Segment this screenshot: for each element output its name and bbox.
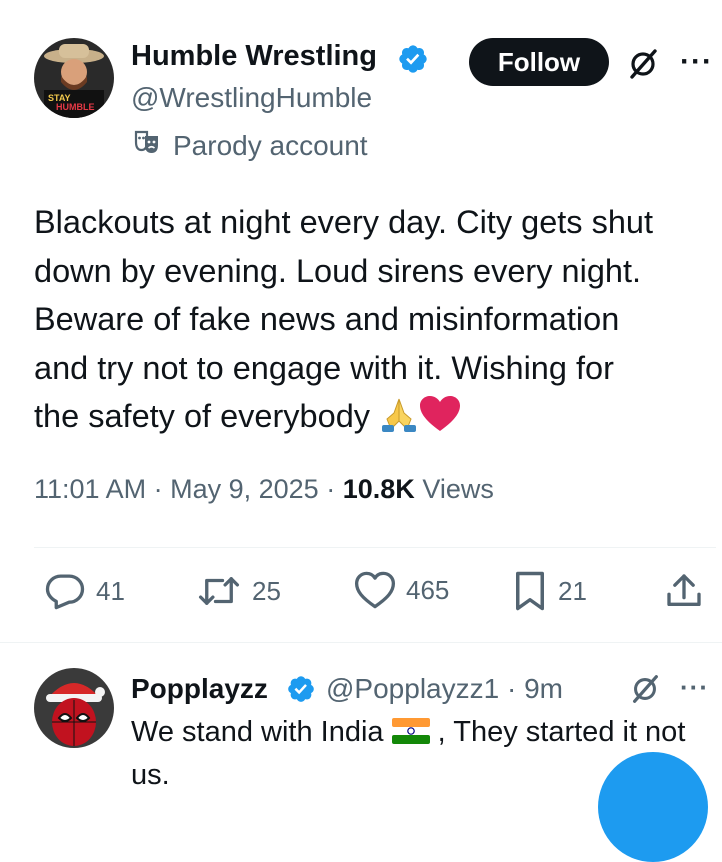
share-button[interactable] [664, 570, 704, 612]
reply-text-part: We stand with India [131, 716, 392, 748]
reply-author-name[interactable]: Popplayzz [131, 673, 268, 705]
repost-icon [196, 570, 242, 612]
parody-label-text: Parody account [173, 129, 368, 161]
theater-masks-icon [133, 128, 161, 163]
bookmark-button[interactable]: 21 [512, 570, 587, 612]
tweet-text-line: Beware of fake news and misinformation [34, 301, 620, 337]
author-avatar[interactable]: STAY HUMBLE [34, 38, 114, 118]
india-flag-icon [391, 715, 430, 755]
tweet-text: Blackouts at night every day. City gets … [34, 198, 714, 447]
author-handle[interactable]: @WrestlingHumble [131, 82, 372, 114]
tweet-time[interactable]: 11:01 AM [34, 474, 146, 504]
reply-count: 41 [96, 575, 125, 606]
reply-icon [44, 570, 86, 612]
tweet-date[interactable]: May 9, 2025 [170, 474, 319, 504]
follow-button[interactable]: Follow [469, 38, 609, 86]
bookmark-icon [512, 570, 548, 612]
verified-badge-icon [286, 674, 316, 709]
reply-more-options-icon[interactable]: ··· [680, 672, 709, 703]
meta-separator: · [153, 474, 163, 504]
meta-separator: · [506, 673, 517, 704]
red-heart-icon [419, 395, 461, 447]
repost-button[interactable]: 25 [196, 570, 281, 612]
heart-icon [354, 570, 396, 610]
tweet-text-line: Blackouts at night every day. City gets … [34, 204, 654, 240]
reply-time[interactable]: 9m [524, 673, 563, 704]
more-options-icon[interactable]: ··· [680, 45, 713, 79]
avatar-shirt-text-2: HUMBLE [56, 102, 95, 112]
author-name[interactable]: Humble Wrestling [131, 40, 377, 73]
like-button[interactable]: 465 [354, 570, 449, 610]
share-icon [664, 570, 704, 612]
folded-hands-icon [379, 395, 419, 447]
reply-author-avatar[interactable] [34, 668, 114, 748]
reply-author-handle-row: @Popplayzz1 · 9m [326, 673, 563, 705]
divider [34, 547, 716, 548]
tweet-text-line: the safety of everybody [34, 398, 380, 434]
views-count: 10.8K [342, 474, 415, 504]
repost-count: 25 [252, 575, 281, 606]
tweet-meta: 11:01 AM · May 9, 2025 · 10.8K Views [34, 474, 494, 505]
bookmark-count: 21 [558, 575, 587, 606]
tweet-actions: 41 25 465 21 [0, 570, 722, 622]
parody-label: Parody account [133, 128, 368, 163]
reply-author-handle[interactable]: @Popplayzz1 [326, 673, 499, 704]
views-label: Views [422, 474, 494, 504]
reply-button[interactable]: 41 [44, 570, 125, 612]
tweet-text-line: down by evening. Loud sirens every night… [34, 252, 642, 289]
meta-separator: · [326, 474, 336, 504]
compose-button[interactable] [598, 752, 708, 862]
grok-icon[interactable] [625, 46, 661, 87]
tweet-text-line: and try not to engage with it. Wishing f… [34, 349, 614, 386]
verified-badge-icon [397, 43, 429, 80]
divider [0, 642, 722, 643]
like-count: 465 [406, 574, 450, 605]
grok-icon[interactable] [628, 672, 662, 711]
